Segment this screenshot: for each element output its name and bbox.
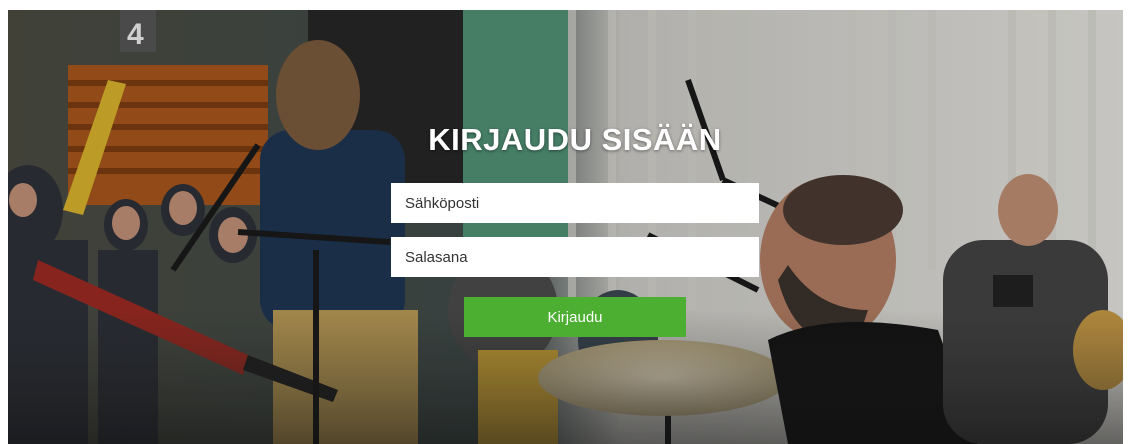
- login-title: KIRJAUDU SISÄÄN: [428, 122, 722, 157]
- login-button[interactable]: Kirjaudu: [464, 297, 686, 337]
- login-hero: 4: [8, 10, 1123, 444]
- password-field[interactable]: [391, 237, 759, 277]
- email-field[interactable]: [391, 183, 759, 223]
- login-form: KIRJAUDU SISÄÄN Kirjaudu: [391, 118, 759, 337]
